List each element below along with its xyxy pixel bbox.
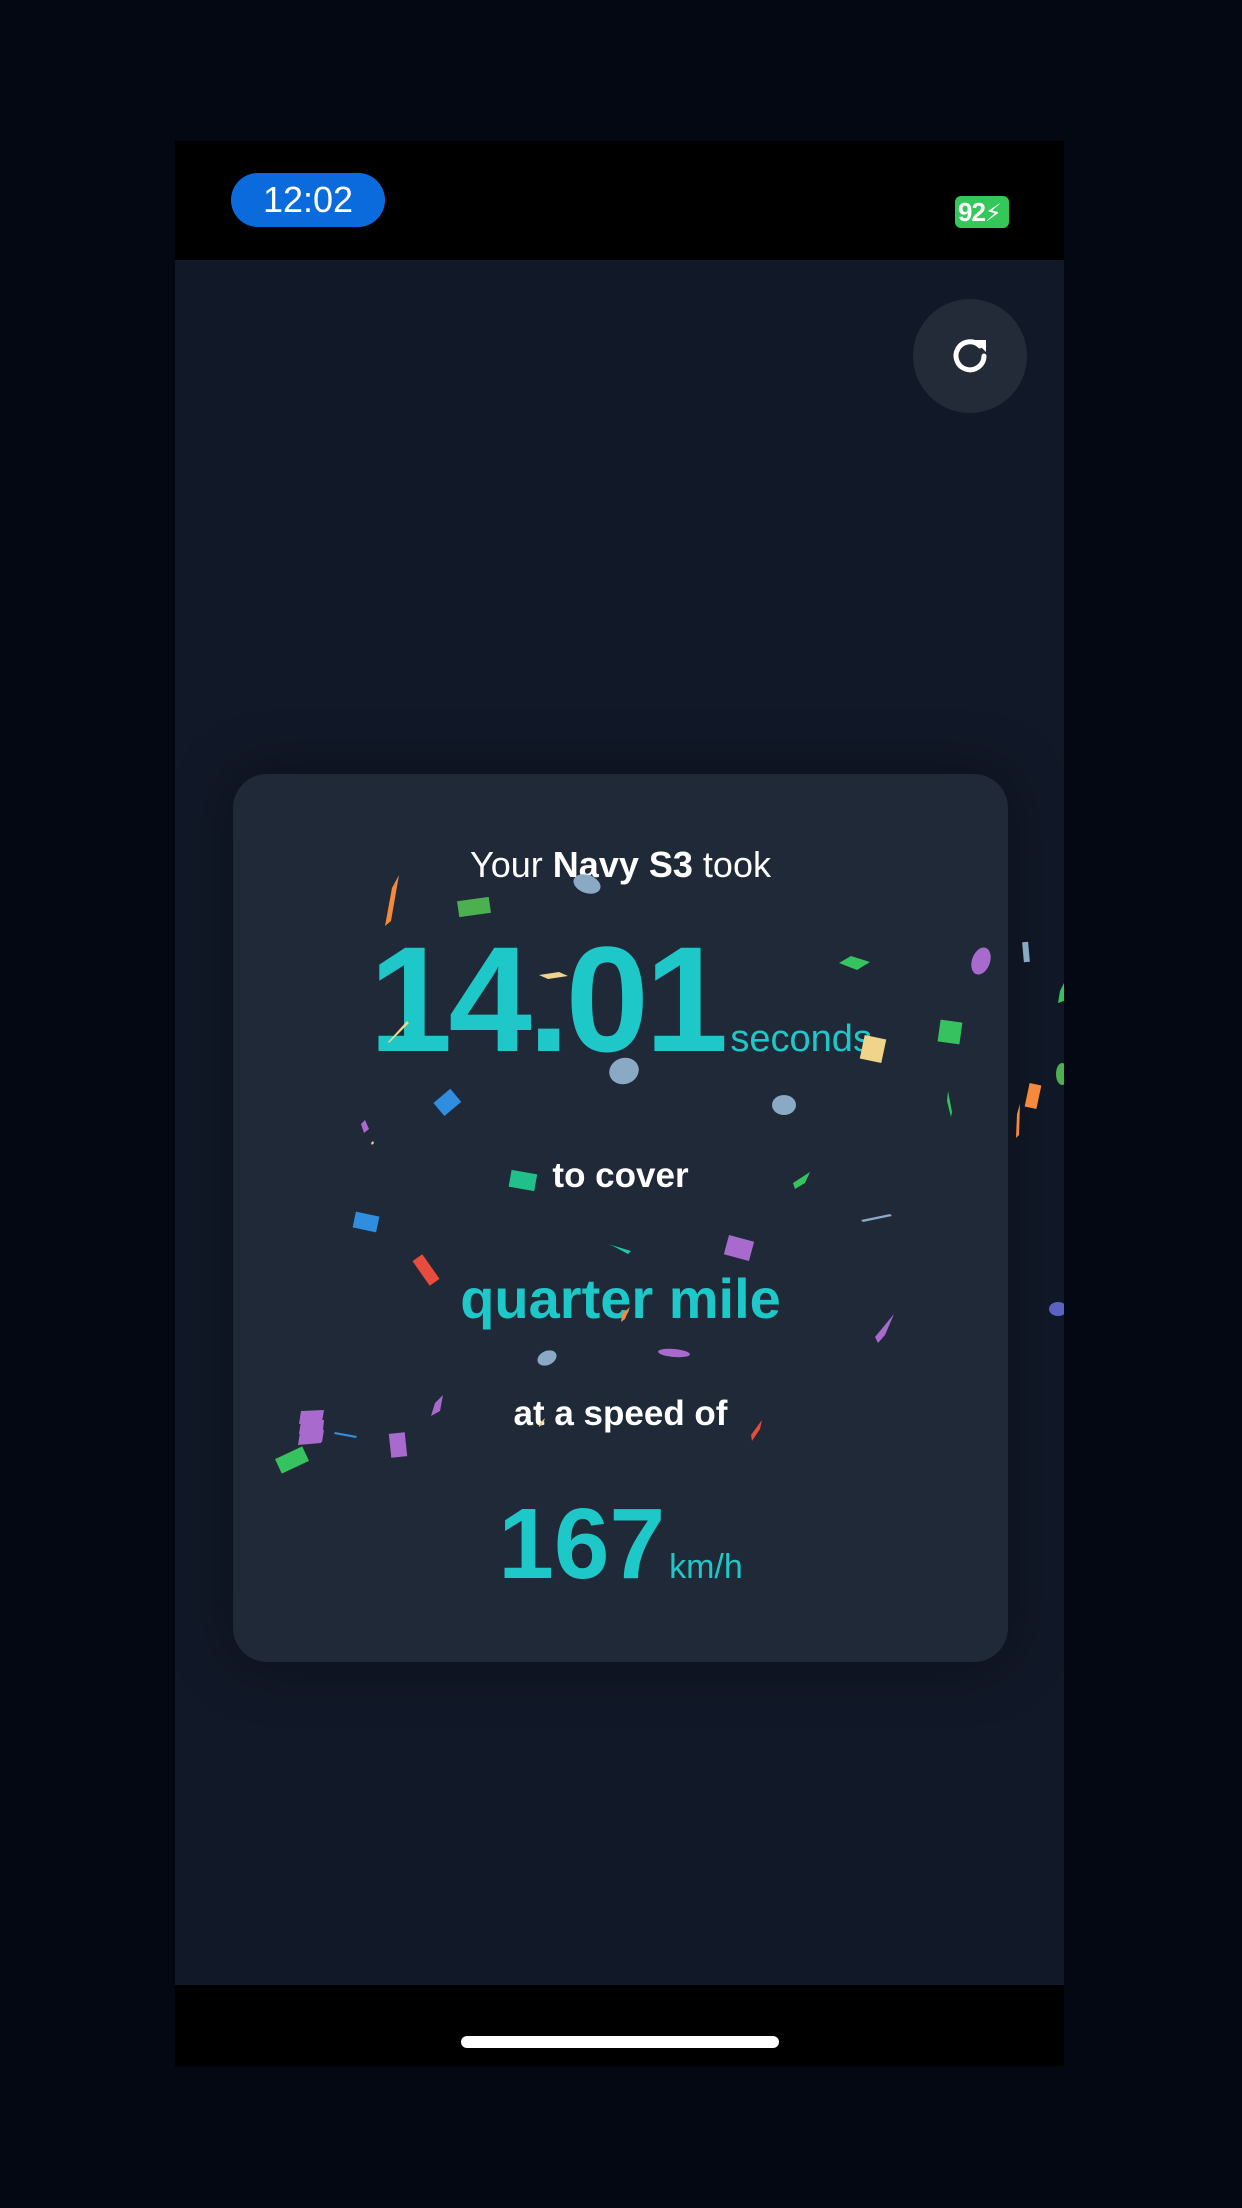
time-unit: seconds [730, 1018, 872, 1060]
car-name: Navy S3 [552, 844, 693, 885]
speed-label: at a speed of [513, 1394, 728, 1433]
refresh-icon [953, 339, 987, 373]
battery-indicator: 92⚡ [955, 196, 1009, 228]
intro-suffix: took [702, 844, 771, 885]
restart-button[interactable] [913, 299, 1027, 413]
result-card: Your Navy S3 took 14.01 seconds to cover … [233, 774, 1008, 1662]
intro-prefix: Your [470, 844, 543, 885]
speed-value: 167 [498, 1488, 666, 1600]
phone-screen: 12:02 92⚡ Your Navy S3 took 14.01 seconds… [175, 141, 1064, 2066]
status-time: 12:02 [231, 173, 385, 227]
charging-bolt-icon: ⚡ [984, 200, 1002, 227]
time-value: 14.01 [369, 915, 728, 1083]
distance-value: quarter mile [460, 1267, 781, 1330]
status-bar: 12:02 92⚡ [175, 141, 1064, 260]
navigation-bar [175, 1985, 1064, 2066]
result-intro: Your Navy S3 took [233, 844, 1008, 886]
cover-label: to cover [552, 1156, 689, 1195]
speed-result: 167 km/h [233, 1489, 1008, 1599]
home-indicator[interactable] [461, 2036, 779, 2048]
time-result: 14.01 seconds [233, 924, 1008, 1074]
speed-unit: km/h [669, 1548, 743, 1586]
battery-level: 92 [958, 197, 986, 227]
